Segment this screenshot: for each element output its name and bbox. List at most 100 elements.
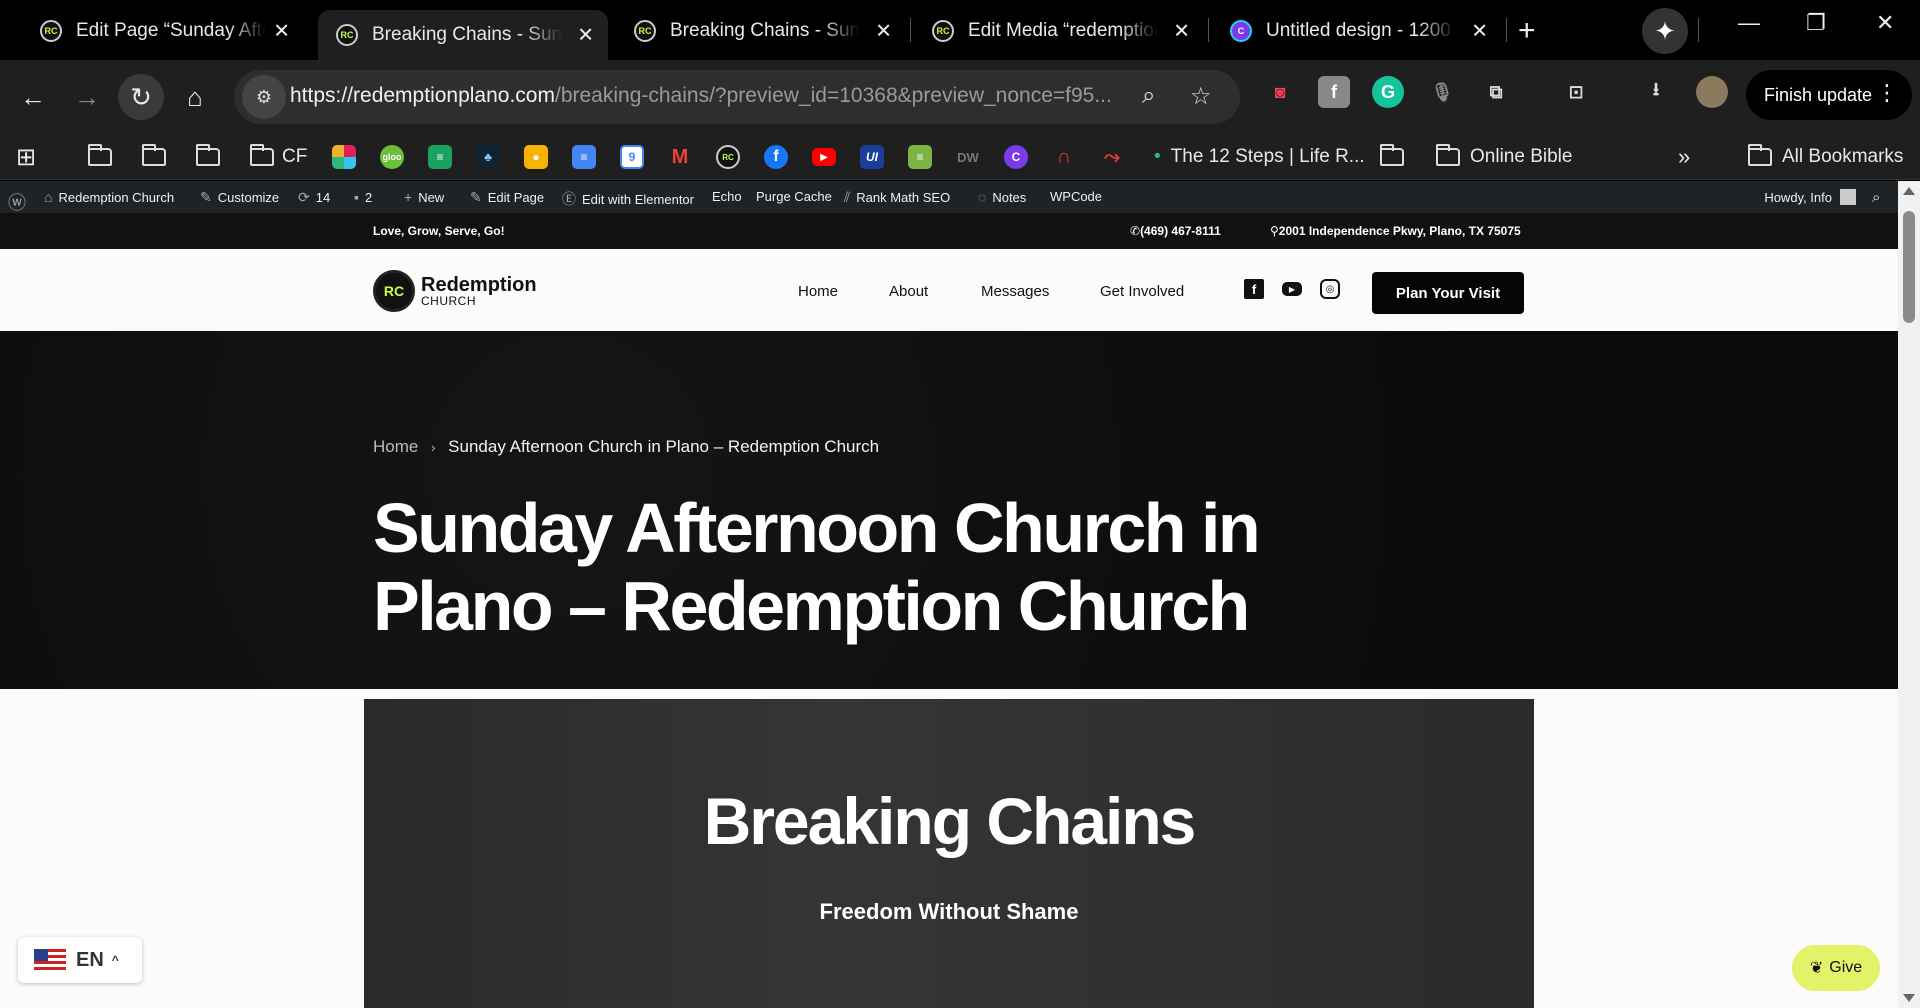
- all-bookmarks-folder[interactable]: All Bookmarks: [1748, 142, 1903, 172]
- give-button[interactable]: ❦ Give: [1792, 945, 1880, 991]
- headphones-bookmark[interactable]: ∩: [1052, 142, 1076, 172]
- grammarly-icon[interactable]: G: [1372, 76, 1404, 108]
- pdf-bookmark[interactable]: ⤳: [1100, 142, 1124, 172]
- language-switcher[interactable]: EN ^: [18, 937, 142, 983]
- reload-icon[interactable]: ↻: [118, 74, 164, 120]
- docs-bookmark[interactable]: ≡: [572, 142, 596, 172]
- gemini-sparkle-icon[interactable]: ✦: [1642, 8, 1688, 54]
- nav-messages[interactable]: Messages: [981, 283, 1049, 300]
- apps-grid-icon[interactable]: ⊞: [16, 142, 36, 172]
- bookmark-folder[interactable]: [88, 142, 112, 172]
- dw-bookmark[interactable]: DW: [956, 142, 980, 172]
- us-flag-icon: [34, 949, 66, 971]
- back-arrow-icon[interactable]: ←: [10, 74, 56, 120]
- nav-about[interactable]: About: [889, 283, 928, 300]
- online-bible-folder[interactable]: Online Bible: [1436, 142, 1572, 172]
- tab-breaking-chains[interactable]: RC Breaking Chains - Sunday Afternoon ✕: [616, 10, 906, 52]
- wordpress-logo-icon[interactable]: ⓦ: [8, 189, 26, 215]
- youtube-icon[interactable]: ▶: [1282, 282, 1302, 296]
- nav-home[interactable]: Home: [798, 283, 838, 300]
- bookmark-star-icon[interactable]: ☆: [1190, 82, 1212, 111]
- sheets-bookmark[interactable]: ≡: [428, 142, 452, 172]
- tab-edit-page[interactable]: RC Edit Page “Sunday Afternoon Church in…: [22, 10, 304, 52]
- gmail-bookmark[interactable]: M: [668, 142, 692, 172]
- plus-icon: +: [404, 189, 413, 205]
- tab-untitled-design[interactable]: C Untitled design - 1200 × 630 ✕: [1212, 10, 1502, 52]
- media-control-icon[interactable]: ⊡: [1560, 76, 1592, 108]
- address-link[interactable]: ⚲2001 Independence Pkwy, Plano, TX 75075: [1270, 224, 1521, 238]
- canva-bookmark[interactable]: C: [1004, 142, 1028, 172]
- close-tab-icon[interactable]: ✕: [1471, 19, 1488, 44]
- youtube-bookmark[interactable]: ▶: [812, 142, 836, 172]
- redemption-logo-icon: RC: [373, 270, 415, 312]
- nav-get-involved[interactable]: Get Involved: [1100, 283, 1184, 300]
- new-tab-icon[interactable]: +: [1518, 14, 1536, 48]
- wp-new[interactable]: + New: [404, 189, 444, 205]
- home-icon[interactable]: ⌂: [172, 74, 218, 120]
- tab-breaking-chains-active[interactable]: RC Breaking Chains - Sunday Afternoon ✕: [318, 10, 608, 60]
- wp-updates[interactable]: ⟳ 14: [298, 189, 330, 206]
- forward-arrow-icon[interactable]: →: [64, 74, 110, 120]
- site-logo[interactable]: RC Redemption CHURCH: [373, 270, 537, 312]
- url-text[interactable]: https://redemptionplano.com/breaking-cha…: [290, 84, 1130, 108]
- close-tab-icon[interactable]: ✕: [577, 23, 594, 48]
- wp-purge-cache[interactable]: Purge Cache: [756, 189, 832, 204]
- close-tab-icon[interactable]: ✕: [1173, 19, 1190, 44]
- wp-wpcode[interactable]: WPCode: [1050, 189, 1102, 204]
- instagram-icon[interactable]: ◎: [1320, 279, 1340, 299]
- close-window-icon[interactable]: ✕: [1876, 10, 1894, 36]
- download-icon[interactable]: ⭳: [1640, 76, 1672, 108]
- tab-edit-media[interactable]: RC Edit Media “redemption ✕: [914, 10, 1204, 52]
- close-tab-icon[interactable]: ✕: [875, 19, 892, 44]
- pdf-icon: ⤳: [1104, 145, 1120, 168]
- facebook-icon[interactable]: f: [1244, 279, 1264, 299]
- site-settings-icon[interactable]: ⚙: [242, 75, 286, 119]
- microphone-icon[interactable]: 🎙: [1426, 76, 1458, 108]
- scroll-up-arrow-icon[interactable]: [1903, 187, 1915, 195]
- wp-edit-elementor[interactable]: Ⓔ Edit with Elementor: [562, 189, 694, 209]
- wp-notes[interactable]: ◌ Notes: [978, 189, 1026, 205]
- page-scrollbar[interactable]: [1898, 181, 1920, 1008]
- wp-howdy[interactable]: Howdy, Info: [1764, 189, 1856, 205]
- feature-title: Breaking Chains: [703, 784, 1197, 858]
- list-bookmark[interactable]: ≡: [908, 142, 932, 172]
- wp-echo[interactable]: Echo: [712, 189, 742, 204]
- ui-bookmark[interactable]: UI: [860, 142, 884, 172]
- profile-avatar[interactable]: [1696, 76, 1728, 108]
- zoom-search-icon[interactable]: ⌕: [1142, 82, 1155, 110]
- minimize-icon[interactable]: —: [1738, 10, 1760, 36]
- calendar-bookmark[interactable]: 9: [620, 142, 644, 172]
- extension-f-icon[interactable]: f: [1318, 76, 1350, 108]
- bookmark-folder-cf[interactable]: CF: [250, 142, 307, 172]
- menu-dots-icon[interactable]: ⋮: [1876, 80, 1898, 106]
- wp-comments[interactable]: ▪ 2: [354, 189, 372, 205]
- extensions-puzzle-icon[interactable]: ⧉: [1480, 76, 1512, 108]
- facebook-bookmark[interactable]: f: [764, 142, 788, 172]
- finish-update-button[interactable]: Finish update ⋮: [1746, 70, 1912, 120]
- twelve-steps-bookmark[interactable]: • The 12 Steps | Life R...: [1154, 142, 1365, 172]
- tree-bookmark[interactable]: ♣: [476, 142, 500, 172]
- bookmark-folder[interactable]: [142, 142, 166, 172]
- wp-search-icon[interactable]: ⌕: [1872, 189, 1880, 206]
- wp-rank-math[interactable]: ⫽ Rank Math SEO: [844, 189, 950, 206]
- restore-icon[interactable]: ❐: [1806, 10, 1826, 36]
- scroll-down-arrow-icon[interactable]: [1903, 994, 1915, 1002]
- wp-site-name[interactable]: ⌂ Redemption Church: [44, 189, 174, 205]
- plan-your-visit-button[interactable]: Plan Your Visit: [1372, 272, 1524, 314]
- bookmark-folder[interactable]: [196, 142, 220, 172]
- address-bar[interactable]: ⚙ https://redemptionplano.com/breaking-c…: [234, 70, 1240, 124]
- tab-title: Breaking Chains - Sunday Afternoon: [372, 24, 562, 45]
- wp-edit-page[interactable]: ✎ Edit Page: [470, 189, 544, 206]
- pocket-icon[interactable]: ◙: [1264, 76, 1296, 108]
- bookmark-folder[interactable]: [1380, 142, 1404, 172]
- scrollbar-thumb[interactable]: [1903, 211, 1915, 323]
- phone-link[interactable]: ✆(469) 467-8111: [1130, 224, 1221, 238]
- gloo-bookmark[interactable]: gloo: [380, 142, 404, 172]
- breadcrumb-home[interactable]: Home: [373, 437, 418, 456]
- redemption-bookmark[interactable]: RC: [716, 142, 740, 172]
- more-bookmarks-chevron-icon[interactable]: »: [1678, 142, 1690, 172]
- slack-bookmark[interactable]: [332, 142, 356, 172]
- close-tab-icon[interactable]: ✕: [273, 19, 290, 44]
- keep-bookmark[interactable]: ●: [524, 142, 548, 172]
- wp-customize[interactable]: ✎ Customize: [200, 189, 279, 206]
